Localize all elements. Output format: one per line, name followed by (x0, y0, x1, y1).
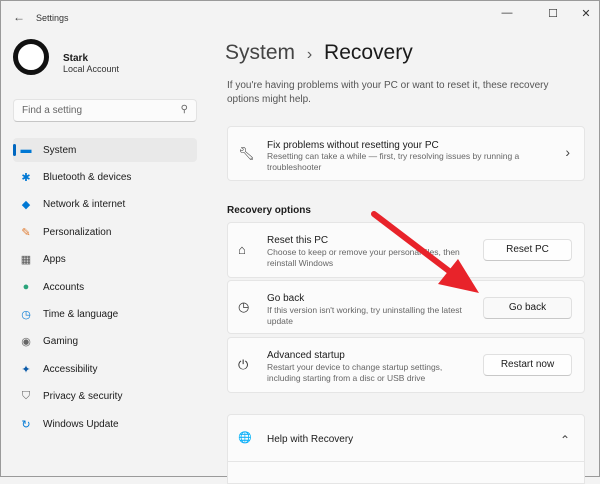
arrow-shaft (371, 211, 452, 274)
annotation-arrow (371, 211, 479, 293)
